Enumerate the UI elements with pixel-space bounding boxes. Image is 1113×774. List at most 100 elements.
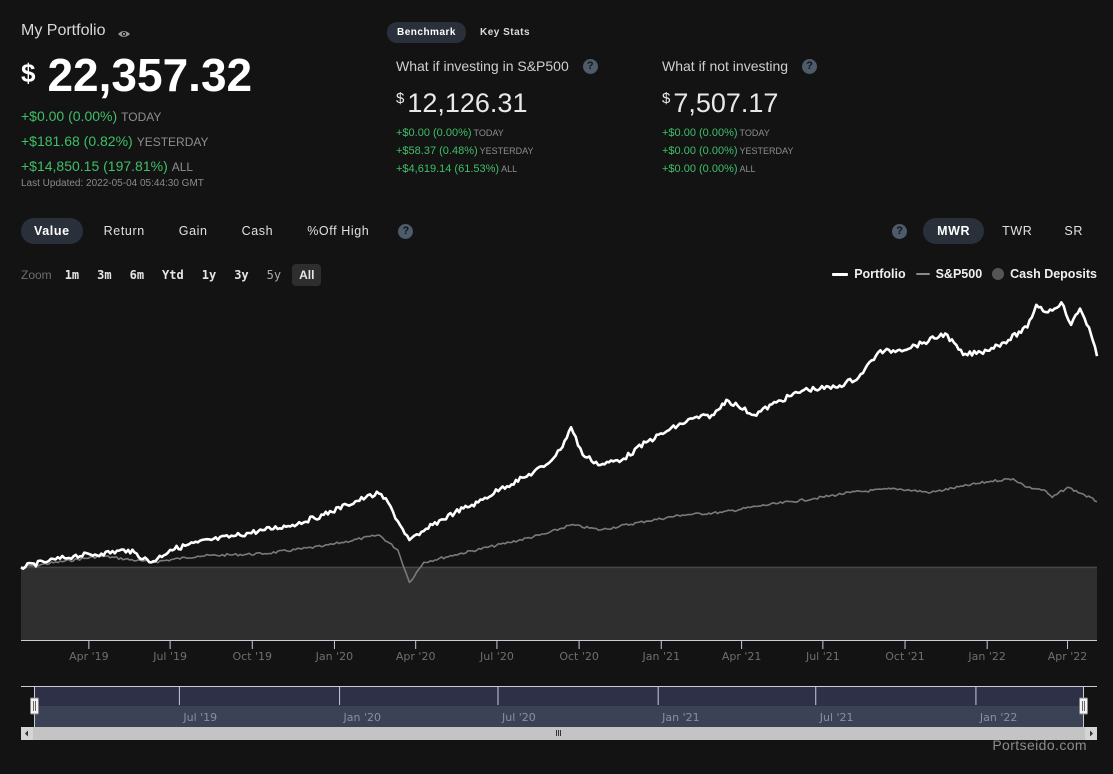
help-icon[interactable]: ? xyxy=(802,58,818,74)
tab-value[interactable]: Value xyxy=(21,218,83,244)
last-updated: Last Updated: 2022-05-04 05:44:30 GMT xyxy=(21,178,204,189)
zoom-label: Zoom xyxy=(21,268,52,282)
change-yesterday: +$0.00 (0.00%) YESTERDAY xyxy=(662,142,817,160)
portfolio-title-text: My Portfolio xyxy=(21,22,106,39)
benchmark-title-text: What if not investing xyxy=(662,58,789,74)
x-tick-label: Apr '22 xyxy=(1048,650,1088,663)
return-method-tabs: ? MWR TWR SR xyxy=(892,218,1097,244)
change-label: ALL xyxy=(501,164,518,174)
navigator-tick-label: Jul '21 xyxy=(819,711,854,724)
benchmark-changes: +$0.00 (0.00%) TODAY +$58.37 (0.48%) YESTE… xyxy=(396,124,598,178)
zoom-ytd[interactable]: Ytd xyxy=(155,264,191,286)
change-yesterday: +$58.37 (0.48%) YESTERDAY xyxy=(396,142,598,160)
x-tick-label: Jul '20 xyxy=(479,650,514,663)
portfolio-value-number: 22,357.32 xyxy=(47,49,253,101)
change-amount: +$0.00 (0.00%) xyxy=(21,108,118,124)
benchmark-tabs: Benchmark Key Stats xyxy=(387,22,540,43)
navigator-right-handle[interactable] xyxy=(1079,697,1088,715)
portfolio-changes: +$0.00 (0.00%) TODAY +$181.68 (0.82%) YEST… xyxy=(21,104,209,179)
x-tick-label: Apr '19 xyxy=(69,650,109,663)
tab-mwr[interactable]: MWR xyxy=(923,218,985,244)
change-today: +$0.00 (0.00%) TODAY xyxy=(396,124,598,142)
change-all: +$14,850.15 (197.81%) ALL xyxy=(21,154,209,179)
currency-symbol: $ xyxy=(662,90,671,107)
value-chart[interactable]: Apr '19 Jul '19 Oct '19 Jan '20 Apr '20 Jul '… xyxy=(0,290,1113,670)
currency-symbol: $ xyxy=(21,58,36,88)
x-tick-label: Jul '19 xyxy=(152,650,187,663)
benchmark-title: What if not investing ? xyxy=(662,58,818,74)
change-amount: +$181.68 (0.82%) xyxy=(21,133,133,149)
x-axis: Apr '19 Jul '19 Oct '19 Jan '20 Apr '20 Jul '… xyxy=(21,640,1097,663)
legend-label: Portfolio xyxy=(854,267,906,281)
currency-symbol: $ xyxy=(396,90,405,107)
change-label: YESTERDAY xyxy=(136,135,209,149)
watermark: Portseido.com xyxy=(992,737,1087,753)
zoom-5y[interactable]: 5y xyxy=(260,264,288,286)
navigator-tick-label: Jul '20 xyxy=(501,711,536,724)
legend-item-sp500[interactable]: S&P500 xyxy=(915,267,983,281)
change-label: TODAY xyxy=(739,128,770,138)
benchmark-sp500: What if investing in S&P500 ? $ 12,126.3… xyxy=(396,58,598,178)
tab-gain[interactable]: Gain xyxy=(166,218,221,244)
zoom-3y[interactable]: 3y xyxy=(227,264,255,286)
change-amount: +$0.00 (0.00%) xyxy=(396,127,472,139)
help-icon[interactable]: ? xyxy=(398,223,414,239)
benchmark-title: What if investing in S&P500 ? xyxy=(396,58,598,74)
legend-label: Cash Deposits xyxy=(1010,267,1097,281)
portfolio-value: $ 22,357.32 xyxy=(21,48,252,102)
change-amount: +$0.00 (0.00%) xyxy=(662,127,738,139)
cash-deposits-layer xyxy=(21,566,1097,640)
tab-off-high[interactable]: %Off High xyxy=(294,218,382,244)
tab-key-stats[interactable]: Key Stats xyxy=(470,22,540,43)
navigator-series-area xyxy=(34,686,1083,706)
benchmark-title-text: What if investing in S&P500 xyxy=(396,58,569,74)
legend-item-portfolio[interactable]: Portfolio xyxy=(832,267,906,281)
navigator-tick-label: Jan '21 xyxy=(661,711,699,724)
tab-twr[interactable]: TWR xyxy=(988,218,1046,244)
navigator-tick-label: Jul '19 xyxy=(182,711,217,724)
tab-cash[interactable]: Cash xyxy=(229,218,287,244)
change-label: ALL xyxy=(171,160,194,174)
zoom-1y[interactable]: 1y xyxy=(195,264,223,286)
eye-icon[interactable] xyxy=(117,26,131,37)
change-amount: +$4,619.14 (61.53%) xyxy=(396,163,500,175)
x-tick-label: Apr '21 xyxy=(722,650,762,663)
tab-benchmark[interactable]: Benchmark xyxy=(387,22,466,43)
change-label: YESTERDAY xyxy=(479,146,534,156)
x-tick-label: Oct '20 xyxy=(559,650,599,663)
change-amount: +$58.37 (0.48%) xyxy=(396,145,478,157)
x-tick-label: Oct '21 xyxy=(885,650,925,663)
navigator-left-handle[interactable] xyxy=(30,697,39,715)
help-icon[interactable]: ? xyxy=(582,58,598,74)
legend-label: S&P500 xyxy=(935,267,983,281)
change-label: TODAY xyxy=(473,128,504,138)
legend-item-cash-deposits[interactable]: Cash Deposits xyxy=(992,267,1097,281)
benchmark-value: $ 12,126.31 xyxy=(396,88,598,119)
benchmark-not-investing: What if not investing ? $ 7,507.17 +$0.0… xyxy=(662,58,818,178)
zoom-all[interactable]: All xyxy=(292,264,322,286)
navigator-tick-label: Jan '22 xyxy=(979,711,1017,724)
tab-return[interactable]: Return xyxy=(91,218,158,244)
change-today: +$0.00 (0.00%) TODAY xyxy=(21,104,209,129)
change-amount: +$0.00 (0.00%) xyxy=(662,145,738,157)
x-tick-label: Jan '22 xyxy=(967,650,1005,663)
legend-dot-icon xyxy=(992,268,1005,280)
legend-line-icon xyxy=(915,273,930,275)
benchmark-value-number: 12,126.31 xyxy=(407,88,528,118)
zoom-6m[interactable]: 6m xyxy=(123,264,151,286)
change-label: ALL xyxy=(739,164,756,174)
series-layer xyxy=(20,301,1099,584)
legend-line-icon xyxy=(832,272,849,276)
range-navigator[interactable]: Jul '19 Jan '20 Jul '20 Jan '21 Jul '21 Jan '… xyxy=(21,686,1097,740)
change-amount: +$14,850.15 (197.81%) xyxy=(21,158,168,174)
change-today: +$0.00 (0.00%) TODAY xyxy=(662,124,817,142)
x-tick-label: Apr '20 xyxy=(396,650,436,663)
change-yesterday: +$181.68 (0.82%) YESTERDAY xyxy=(21,129,209,154)
tab-sr[interactable]: SR xyxy=(1050,218,1097,244)
zoom-1m[interactable]: 1m xyxy=(58,264,86,286)
help-icon[interactable]: ? xyxy=(892,223,908,239)
benchmark-changes: +$0.00 (0.00%) TODAY +$0.00 (0.00%) YESTER… xyxy=(662,124,817,178)
x-tick-label: Jan '20 xyxy=(315,650,353,663)
x-tick-label: Oct '19 xyxy=(232,650,272,663)
zoom-3m[interactable]: 3m xyxy=(90,264,118,286)
